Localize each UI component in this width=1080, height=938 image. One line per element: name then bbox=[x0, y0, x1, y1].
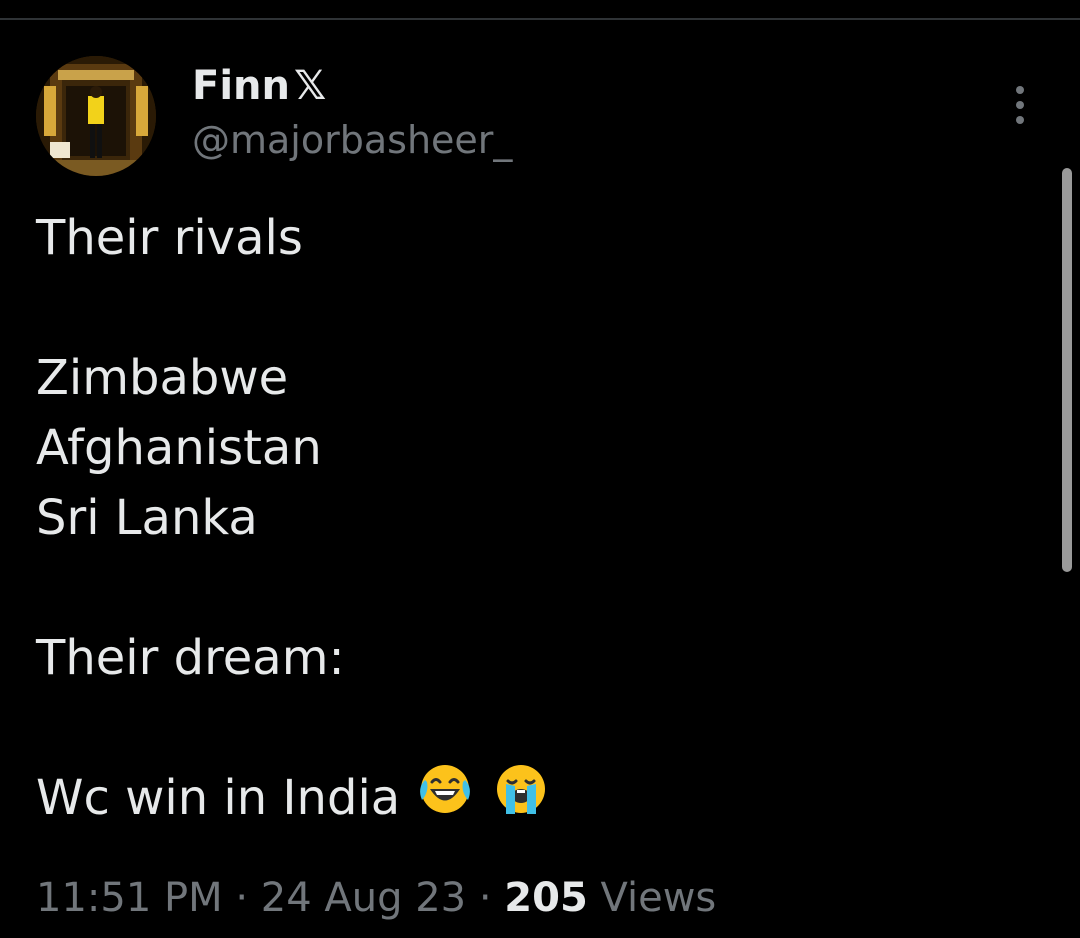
x-badge-icon: 𝕏 bbox=[294, 63, 327, 109]
views-label: Views bbox=[600, 875, 717, 921]
more-dot-icon bbox=[1016, 86, 1024, 94]
meta-separator: · bbox=[235, 875, 249, 921]
author-handle[interactable]: @majorbasheer_ bbox=[192, 116, 512, 164]
author-name-text[interactable]: Finn bbox=[192, 63, 290, 109]
more-dot-icon bbox=[1016, 101, 1024, 109]
tweet-time[interactable]: 11:51 PM bbox=[36, 875, 223, 921]
avatar[interactable] bbox=[36, 56, 156, 176]
face-with-tears-of-joy-icon bbox=[415, 758, 475, 836]
tweet-last-line: Wc win in India bbox=[36, 764, 996, 836]
scrollbar-thumb[interactable] bbox=[1062, 168, 1072, 572]
meta-separator: · bbox=[478, 875, 492, 921]
tweet-line: Their rivals bbox=[36, 210, 303, 266]
views-count: 205 bbox=[504, 875, 588, 921]
tweet-detail-view: Finn 𝕏 @majorbasheer_ Their rivals Zimbab… bbox=[0, 0, 1080, 938]
tweet-date[interactable]: 24 Aug 23 bbox=[261, 875, 466, 921]
tweet-line: Wc win in India bbox=[36, 770, 401, 826]
author-display-name[interactable]: Finn 𝕏 bbox=[192, 62, 326, 110]
tweet-line: Zimbabwe bbox=[36, 350, 289, 406]
tweet-meta: 11:51 PM · 24 Aug 23 · 205 Views bbox=[36, 872, 716, 924]
more-dot-icon bbox=[1016, 116, 1024, 124]
tweet-line: Afghanistan bbox=[36, 420, 322, 476]
tweet-line: Sri Lanka bbox=[36, 490, 258, 546]
loudly-crying-face-icon bbox=[491, 758, 551, 836]
more-options-button[interactable] bbox=[1000, 80, 1040, 130]
tweet-line: Their dream: bbox=[36, 630, 345, 686]
top-divider bbox=[0, 18, 1080, 20]
